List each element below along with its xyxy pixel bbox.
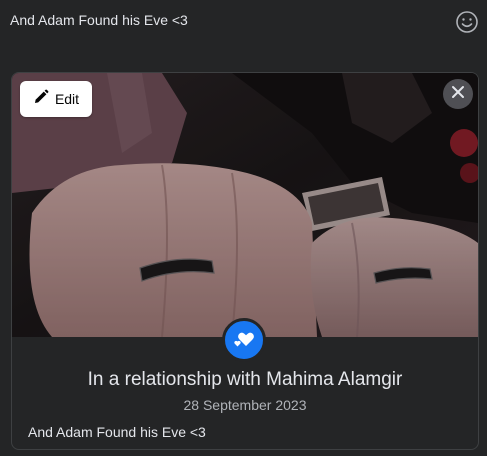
life-event-badge	[222, 318, 266, 362]
post-text[interactable]: And Adam Found his Eve <3	[10, 12, 188, 28]
event-date: 28 September 2023	[183, 397, 307, 413]
edit-button[interactable]: Edit	[20, 81, 92, 117]
hearts-icon	[233, 327, 255, 354]
pencil-icon	[33, 89, 49, 110]
life-event-composer: And Adam Found his Eve <3 Edit In a rela…	[0, 0, 487, 456]
edit-button-label: Edit	[54, 91, 80, 107]
event-caption: And Adam Found his Eve <3	[28, 424, 206, 440]
close-button[interactable]	[443, 79, 473, 109]
relationship-title: In a relationship with Mahima Alamgir	[87, 369, 403, 390]
smiley-face-icon[interactable]	[455, 10, 479, 34]
close-icon	[451, 85, 465, 104]
life-event-card: Edit In a relationship with Mahima Alamg…	[11, 72, 479, 450]
